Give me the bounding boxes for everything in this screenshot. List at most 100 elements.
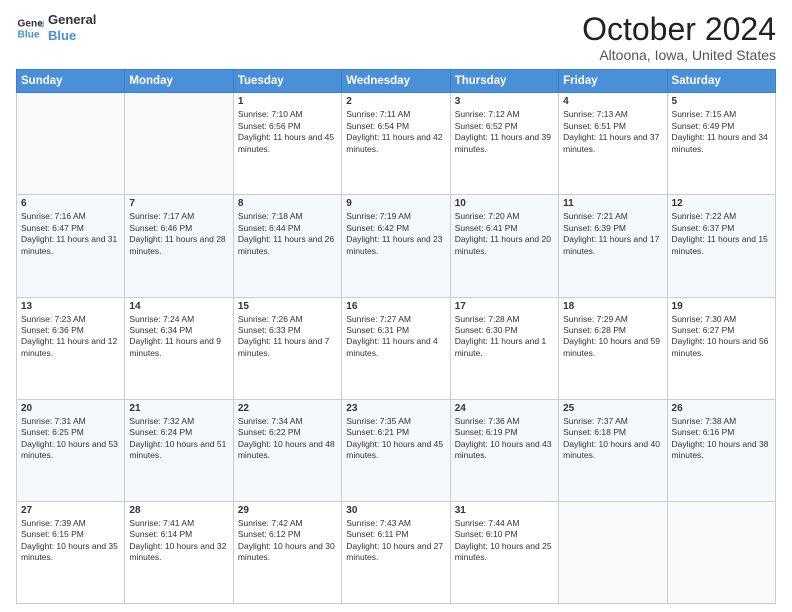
day-cell: 30 Sunrise: 7:43 AMSunset: 6:11 PMDayligh…	[342, 501, 450, 603]
day-number: 24	[455, 403, 554, 414]
weekday-wednesday: Wednesday	[342, 70, 450, 93]
header: General Blue General Blue October 2024 A…	[16, 12, 776, 63]
day-number: 26	[672, 403, 771, 414]
day-number: 19	[672, 301, 771, 312]
month-title: October 2024	[582, 12, 776, 47]
day-number: 9	[346, 198, 445, 209]
day-number: 20	[21, 403, 120, 414]
day-info: Sunrise: 7:15 AMSunset: 6:49 PMDaylight:…	[672, 109, 771, 155]
day-number: 14	[129, 301, 228, 312]
day-cell: 25 Sunrise: 7:37 AMSunset: 6:18 PMDayligh…	[559, 399, 667, 501]
day-cell: 26 Sunrise: 7:38 AMSunset: 6:16 PMDayligh…	[667, 399, 775, 501]
day-cell: 22Sunrise: 7:34 AMSunset: 6:22 PMDayligh…	[233, 399, 341, 501]
day-info: Sunrise: 7:22 AMSunset: 6:37 PMDaylight:…	[672, 211, 771, 257]
location: Altoona, Iowa, United States	[582, 47, 776, 63]
weekday-saturday: Saturday	[667, 70, 775, 93]
day-cell: 18 Sunrise: 7:29 AMSunset: 6:28 PMDayligh…	[559, 297, 667, 399]
day-number: 15	[238, 301, 337, 312]
day-cell: 11 Sunrise: 7:21 AMSunset: 6:39 PMDayligh…	[559, 195, 667, 297]
day-cell: 7Sunrise: 7:17 AMSunset: 6:46 PMDaylight…	[125, 195, 233, 297]
day-cell: 14 Sunrise: 7:24 AMSunset: 6:34 PMDayligh…	[125, 297, 233, 399]
day-number: 29	[238, 505, 337, 516]
day-cell: 23 Sunrise: 7:35 AMSunset: 6:21 PMDayligh…	[342, 399, 450, 501]
day-info: Sunrise: 7:41 AMSunset: 6:14 PMDaylight:…	[129, 518, 228, 564]
day-info: Sunrise: 7:12 AMSunset: 6:52 PMDaylight:…	[455, 109, 554, 155]
day-cell: 19 Sunrise: 7:30 AMSunset: 6:27 PMDayligh…	[667, 297, 775, 399]
day-number: 21	[129, 403, 228, 414]
day-info: Sunrise: 7:30 AMSunset: 6:27 PMDaylight:…	[672, 314, 771, 360]
logo-text-blue: Blue	[48, 28, 96, 44]
day-number: 11	[563, 198, 662, 209]
day-number: 12	[672, 198, 771, 209]
day-cell: 24Sunrise: 7:36 AMSunset: 6:19 PMDayligh…	[450, 399, 558, 501]
logo: General Blue General Blue	[16, 12, 96, 43]
day-number: 17	[455, 301, 554, 312]
day-cell: 15Sunrise: 7:26 AMSunset: 6:33 PMDayligh…	[233, 297, 341, 399]
day-info: Sunrise: 7:24 AMSunset: 6:34 PMDaylight:…	[129, 314, 228, 360]
calendar-table: SundayMondayTuesdayWednesdayThursdayFrid…	[16, 69, 776, 604]
day-number: 13	[21, 301, 120, 312]
week-row-1: 1Sunrise: 7:10 AMSunset: 6:56 PMDaylight…	[17, 93, 776, 195]
day-cell: 17 Sunrise: 7:28 AMSunset: 6:30 PMDayligh…	[450, 297, 558, 399]
day-info: Sunrise: 7:11 AMSunset: 6:54 PMDaylight:…	[346, 109, 445, 155]
day-info: Sunrise: 7:44 AMSunset: 6:10 PMDaylight:…	[455, 518, 554, 564]
day-info: Sunrise: 7:27 AMSunset: 6:31 PMDaylight:…	[346, 314, 445, 360]
svg-text:Blue: Blue	[18, 29, 40, 40]
day-cell	[17, 93, 125, 195]
day-cell: 16 Sunrise: 7:27 AMSunset: 6:31 PMDayligh…	[342, 297, 450, 399]
day-cell: 29Sunrise: 7:42 AMSunset: 6:12 PMDayligh…	[233, 501, 341, 603]
day-info: Sunrise: 7:43 AMSunset: 6:11 PMDaylight:…	[346, 518, 445, 564]
day-number: 30	[346, 505, 445, 516]
day-cell	[667, 501, 775, 603]
day-info: Sunrise: 7:39 AMSunset: 6:15 PMDaylight:…	[21, 518, 120, 564]
day-cell: 31Sunrise: 7:44 AMSunset: 6:10 PMDayligh…	[450, 501, 558, 603]
day-cell: 28 Sunrise: 7:41 AMSunset: 6:14 PMDayligh…	[125, 501, 233, 603]
day-info: Sunrise: 7:31 AMSunset: 6:25 PMDaylight:…	[21, 416, 120, 462]
day-cell: 20 Sunrise: 7:31 AMSunset: 6:25 PMDayligh…	[17, 399, 125, 501]
day-cell: 4Sunrise: 7:13 AMSunset: 6:51 PMDaylight…	[559, 93, 667, 195]
day-cell: 1Sunrise: 7:10 AMSunset: 6:56 PMDaylight…	[233, 93, 341, 195]
day-cell	[125, 93, 233, 195]
day-number: 4	[563, 96, 662, 107]
day-info: Sunrise: 7:29 AMSunset: 6:28 PMDaylight:…	[563, 314, 662, 360]
week-row-2: 6Sunrise: 7:16 AMSunset: 6:47 PMDaylight…	[17, 195, 776, 297]
day-number: 1	[238, 96, 337, 107]
logo-icon: General Blue	[16, 14, 44, 42]
week-row-3: 13Sunrise: 7:23 AMSunset: 6:36 PMDayligh…	[17, 297, 776, 399]
day-cell: 10Sunrise: 7:20 AMSunset: 6:41 PMDayligh…	[450, 195, 558, 297]
title-block: October 2024 Altoona, Iowa, United State…	[582, 12, 776, 63]
day-number: 23	[346, 403, 445, 414]
day-info: Sunrise: 7:17 AMSunset: 6:46 PMDaylight:…	[129, 211, 228, 257]
day-cell: 8 Sunrise: 7:18 AMSunset: 6:44 PMDaylight…	[233, 195, 341, 297]
day-number: 16	[346, 301, 445, 312]
day-info: Sunrise: 7:16 AMSunset: 6:47 PMDaylight:…	[21, 211, 120, 257]
day-cell	[559, 501, 667, 603]
week-row-5: 27 Sunrise: 7:39 AMSunset: 6:15 PMDayligh…	[17, 501, 776, 603]
day-cell: 27 Sunrise: 7:39 AMSunset: 6:15 PMDayligh…	[17, 501, 125, 603]
day-info: Sunrise: 7:19 AMSunset: 6:42 PMDaylight:…	[346, 211, 445, 257]
week-row-4: 20 Sunrise: 7:31 AMSunset: 6:25 PMDayligh…	[17, 399, 776, 501]
day-number: 28	[129, 505, 228, 516]
day-info: Sunrise: 7:37 AMSunset: 6:18 PMDaylight:…	[563, 416, 662, 462]
day-number: 5	[672, 96, 771, 107]
weekday-friday: Friday	[559, 70, 667, 93]
day-info: Sunrise: 7:35 AMSunset: 6:21 PMDaylight:…	[346, 416, 445, 462]
day-info: Sunrise: 7:21 AMSunset: 6:39 PMDaylight:…	[563, 211, 662, 257]
day-info: Sunrise: 7:18 AMSunset: 6:44 PMDaylight:…	[238, 211, 337, 257]
weekday-sunday: Sunday	[17, 70, 125, 93]
weekday-tuesday: Tuesday	[233, 70, 341, 93]
day-number: 2	[346, 96, 445, 107]
weekday-monday: Monday	[125, 70, 233, 93]
day-info: Sunrise: 7:32 AMSunset: 6:24 PMDaylight:…	[129, 416, 228, 462]
day-cell: 21 Sunrise: 7:32 AMSunset: 6:24 PMDayligh…	[125, 399, 233, 501]
day-cell: 9 Sunrise: 7:19 AMSunset: 6:42 PMDaylight…	[342, 195, 450, 297]
day-info: Sunrise: 7:28 AMSunset: 6:30 PMDaylight:…	[455, 314, 554, 360]
day-number: 18	[563, 301, 662, 312]
logo-text-general: General	[48, 12, 96, 28]
day-number: 8	[238, 198, 337, 209]
day-number: 27	[21, 505, 120, 516]
day-info: Sunrise: 7:38 AMSunset: 6:16 PMDaylight:…	[672, 416, 771, 462]
weekday-header-row: SundayMondayTuesdayWednesdayThursdayFrid…	[17, 70, 776, 93]
day-number: 25	[563, 403, 662, 414]
day-cell: 12 Sunrise: 7:22 AMSunset: 6:37 PMDayligh…	[667, 195, 775, 297]
